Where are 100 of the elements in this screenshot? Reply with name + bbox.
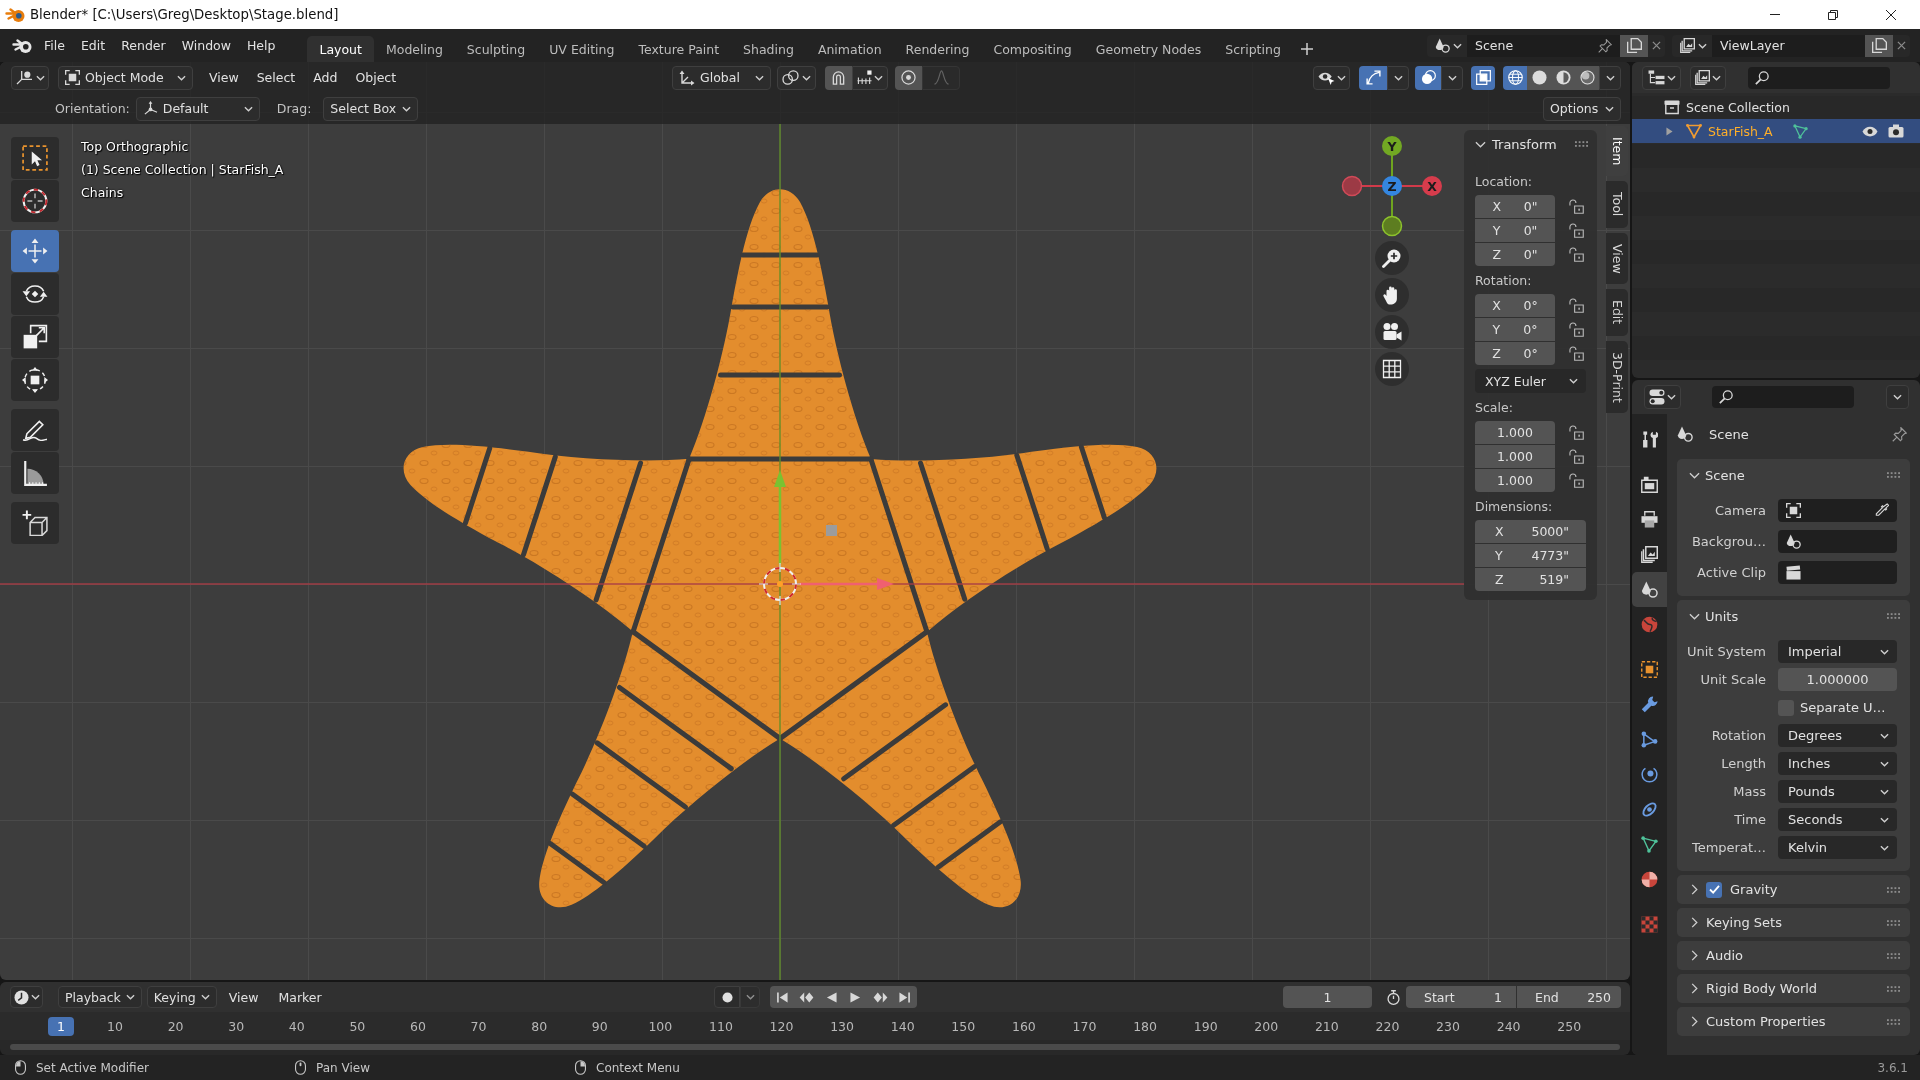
properties-tab[interactable] <box>1632 572 1667 607</box>
menu-item[interactable]: Object <box>346 65 406 90</box>
chevron-right-icon[interactable] <box>1691 917 1698 928</box>
sidebar-tab[interactable]: Tool <box>1606 181 1628 228</box>
camera-view-button[interactable] <box>1375 315 1409 349</box>
panel-title[interactable]: Gravity <box>1730 882 1879 897</box>
dropdown[interactable]: Seconds <box>1778 808 1897 831</box>
dropdown[interactable]: Imperial <box>1778 640 1897 663</box>
tool-button[interactable] <box>11 502 59 544</box>
editor-type-button[interactable] <box>11 65 49 90</box>
open-padlock-icon[interactable] <box>1569 448 1584 464</box>
options-dropdown[interactable] <box>1886 385 1909 409</box>
chevron-down-icon[interactable] <box>1475 140 1486 148</box>
end-frame-field[interactable]: End 250 <box>1517 986 1621 1008</box>
open-padlock-icon[interactable] <box>1569 472 1584 488</box>
data-block-field[interactable] <box>1778 530 1897 553</box>
workspace-tab[interactable]: Shading <box>731 36 806 62</box>
sidebar-tab[interactable]: View <box>1606 232 1628 285</box>
drag-dropdown[interactable]: Select Box <box>323 96 419 121</box>
panel-title[interactable]: Units <box>1705 608 1882 624</box>
move-gizmo[interactable] <box>774 470 894 590</box>
tool-button[interactable] <box>11 452 59 494</box>
drag-handle-icon[interactable] <box>1887 985 1900 992</box>
outliner-row[interactable]: Scene Collection <box>1632 95 1920 119</box>
panel-title[interactable]: Transform <box>1492 136 1569 152</box>
overlays-toggle[interactable] <box>1415 65 1441 90</box>
tool-button[interactable] <box>11 273 59 315</box>
snap-dropdown[interactable] <box>852 65 888 90</box>
data-block-field[interactable] <box>1778 561 1897 584</box>
open-padlock-icon[interactable] <box>1569 297 1584 313</box>
open-padlock-icon[interactable] <box>1569 198 1584 214</box>
panel-title[interactable]: Keying Sets <box>1706 915 1879 930</box>
camera-icon[interactable] <box>1888 124 1904 138</box>
editor-type-button[interactable] <box>10 986 43 1008</box>
shading-mode-button[interactable] <box>1503 65 1527 90</box>
menu-item[interactable]: Edit <box>72 33 114 58</box>
gizmo-dropdown[interactable] <box>1387 65 1409 90</box>
drag-handle-icon[interactable] <box>1887 952 1900 959</box>
location-field[interactable]: Y 0" <box>1475 218 1555 242</box>
shading-mode-button[interactable] <box>1527 65 1551 90</box>
tool-button[interactable] <box>11 180 59 222</box>
dropdown[interactable]: Kelvin <box>1778 836 1897 859</box>
drag-handle-icon[interactable] <box>1887 919 1900 926</box>
eye-icon[interactable] <box>1862 125 1878 137</box>
workspace-tab[interactable]: Geometry Nodes <box>1083 36 1214 62</box>
workspace-tab[interactable]: Layout <box>307 36 374 62</box>
options-dropdown[interactable]: Options <box>1543 96 1621 121</box>
filter-dropdown[interactable] <box>1690 65 1726 90</box>
xray-toggle[interactable] <box>1471 65 1495 90</box>
rotation-field[interactable]: X 0° <box>1475 293 1555 317</box>
pin-icon[interactable] <box>1892 426 1907 442</box>
location-field[interactable]: X 0" <box>1475 194 1555 218</box>
search-field[interactable] <box>1712 386 1854 408</box>
scale-field[interactable]: 1.000 <box>1475 468 1555 492</box>
drag-handle-icon[interactable] <box>1887 886 1900 893</box>
axis-ball-icon[interactable] <box>1382 176 1402 196</box>
new-view-layer-button[interactable] <box>1865 34 1893 57</box>
menu-item[interactable]: View <box>220 985 267 1009</box>
axis-ball-icon[interactable] <box>1382 136 1402 156</box>
chevron-right-icon[interactable] <box>1691 1016 1698 1027</box>
panel-title[interactable]: Audio <box>1706 948 1879 963</box>
workspace-tab[interactable]: UV Editing <box>537 36 627 62</box>
display-mode-dropdown[interactable] <box>1642 65 1681 90</box>
current-frame-marker[interactable]: 1 <box>48 1016 74 1036</box>
rotation-field[interactable]: Z 0° <box>1475 341 1555 365</box>
viewport[interactable] <box>0 62 1630 980</box>
shading-mode-button[interactable] <box>1575 65 1599 90</box>
open-padlock-icon[interactable] <box>1569 321 1584 337</box>
workspace-tab[interactable]: Compositing <box>981 36 1084 62</box>
menu-item[interactable]: Select <box>247 65 305 90</box>
tool-button[interactable] <box>11 409 59 451</box>
dimension-field[interactable]: Z 519" <box>1475 567 1586 591</box>
panel-title[interactable]: Rigid Body World <box>1706 981 1879 996</box>
tool-button[interactable] <box>11 137 59 179</box>
menu-item[interactable]: Add <box>304 65 347 90</box>
pivot-dropdown[interactable] <box>777 65 816 90</box>
tool-button[interactable] <box>11 316 59 358</box>
panel-title[interactable]: Custom Properties <box>1706 1014 1879 1029</box>
open-padlock-icon[interactable] <box>1569 246 1584 262</box>
chevron-right-icon[interactable] <box>1691 950 1698 961</box>
new-scene-button[interactable] <box>1620 34 1648 57</box>
shading-dropdown[interactable] <box>1599 65 1621 90</box>
snap-toggle[interactable] <box>825 65 852 90</box>
start-frame-field[interactable]: Start 1 <box>1406 986 1516 1008</box>
editor-type-button[interactable] <box>1644 385 1681 409</box>
dropdown[interactable]: Pounds <box>1778 780 1897 803</box>
checkbox[interactable] <box>1706 881 1722 898</box>
chevron-down-icon[interactable] <box>1689 471 1700 479</box>
starfish-model[interactable] <box>403 189 1157 908</box>
view-layer-name-field[interactable]: ViewLayer <box>1712 34 1865 57</box>
scrollbar[interactable] <box>10 1044 1620 1050</box>
sidebar-tab[interactable]: 3D-Print <box>1606 340 1628 414</box>
current-frame-field[interactable]: 1 <box>1283 986 1372 1008</box>
menu-item[interactable]: View <box>200 65 248 90</box>
data-block-field[interactable] <box>1778 499 1897 522</box>
mode-dropdown[interactable]: Object Mode <box>58 65 193 90</box>
dimension-field[interactable]: Y 4773" <box>1475 543 1586 567</box>
overlays-dropdown[interactable] <box>1441 65 1463 90</box>
open-padlock-icon[interactable] <box>1569 424 1584 440</box>
location-field[interactable]: Z 0" <box>1475 242 1555 266</box>
